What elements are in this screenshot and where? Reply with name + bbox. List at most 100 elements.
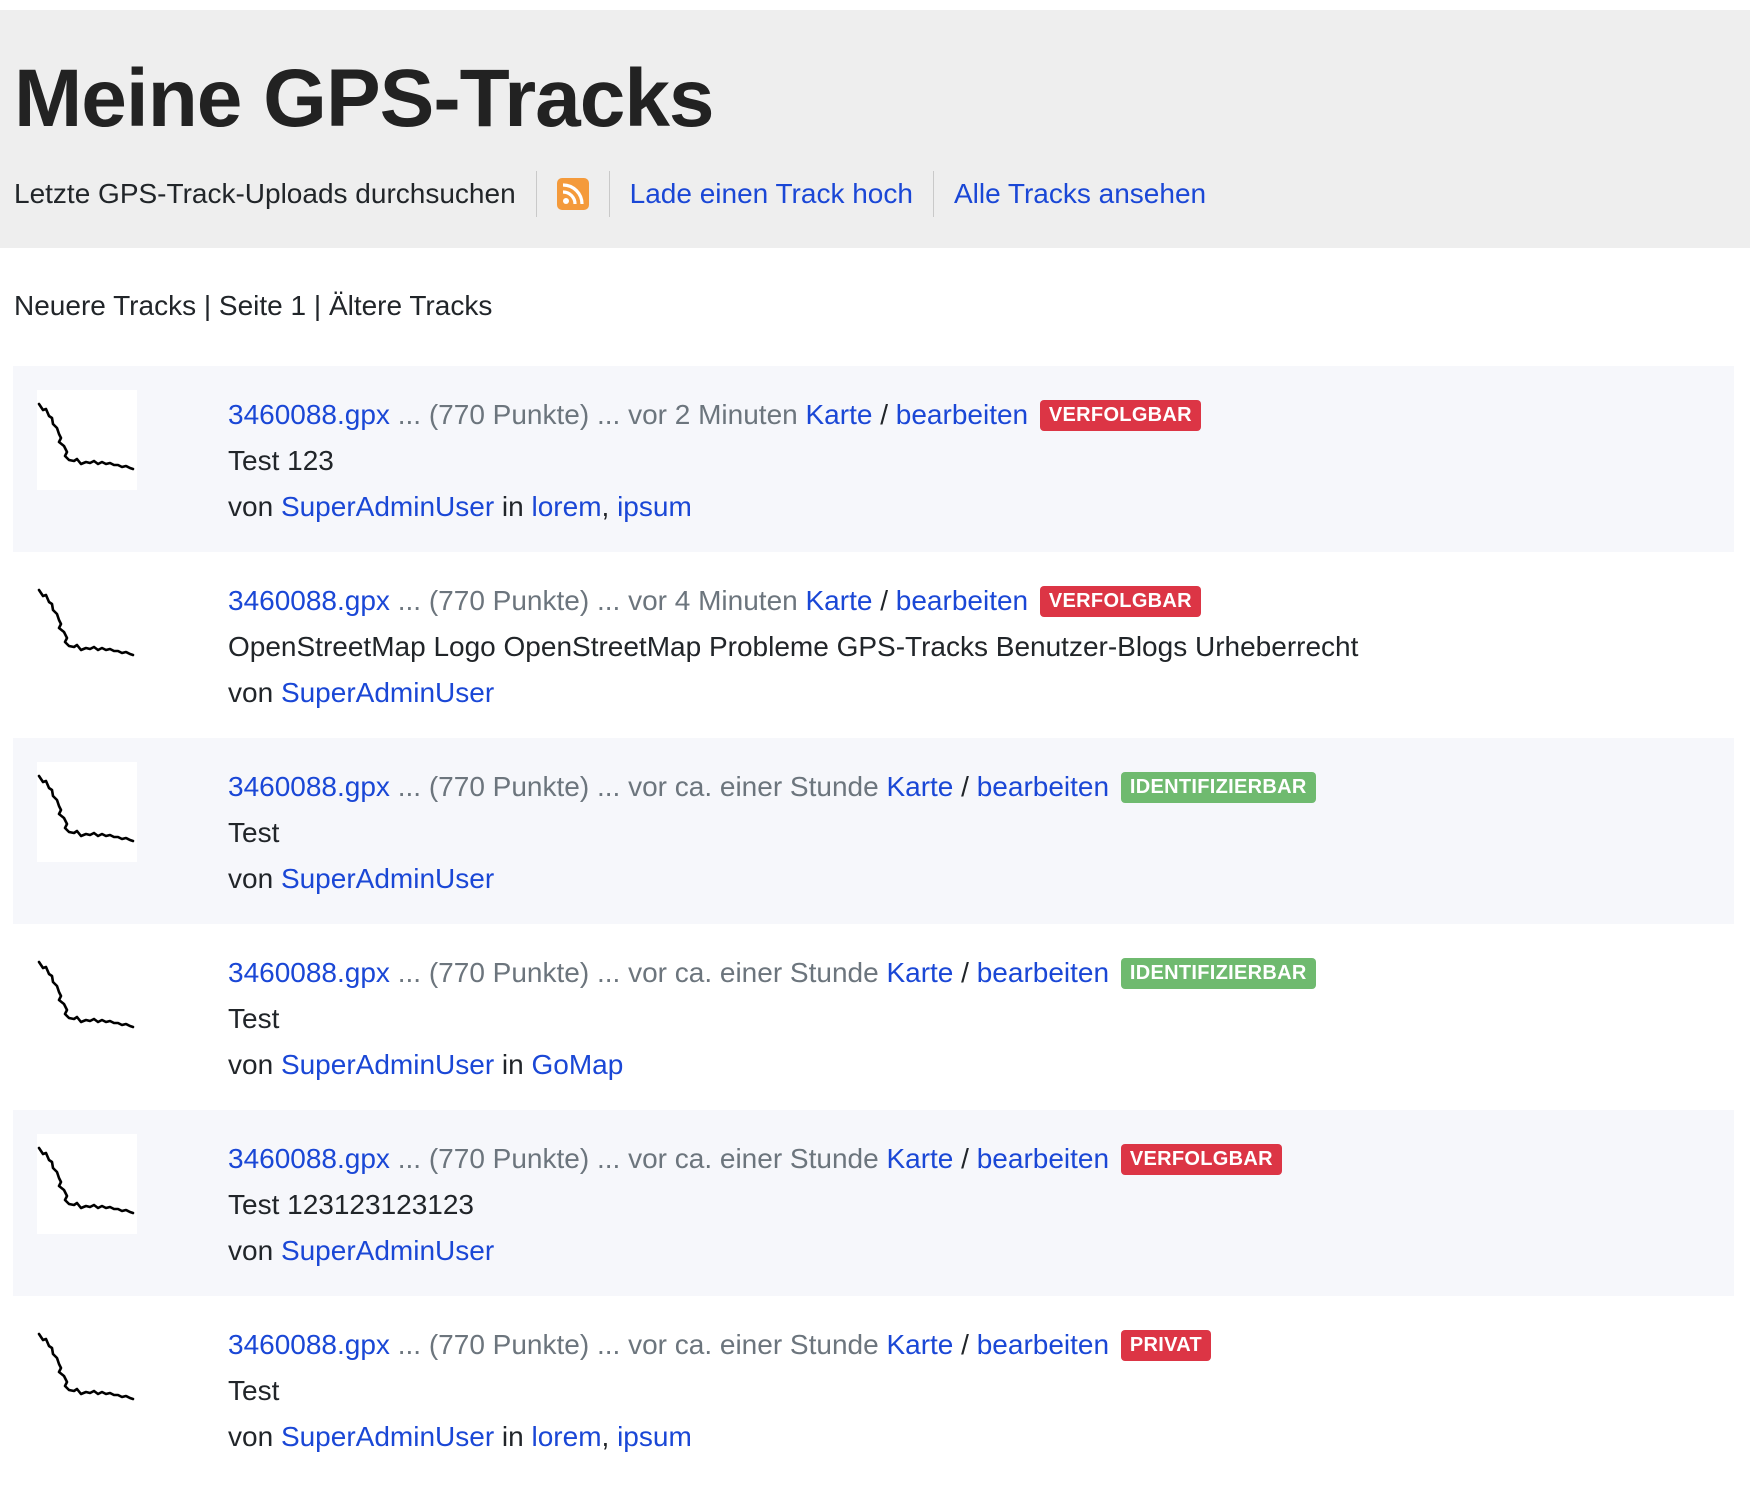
track-tag-link[interactable]: GoMap — [532, 1049, 624, 1080]
track-filename-link[interactable]: 3460088.gpx — [228, 585, 390, 616]
track-title-line: 3460088.gpx ... (770 Punkte) ... vor ca.… — [228, 1136, 1282, 1182]
track-filename-link[interactable]: 3460088.gpx — [228, 957, 390, 988]
track-filename-link[interactable]: 3460088.gpx — [228, 1143, 390, 1174]
track-meta-separator: ... — [389, 1143, 429, 1174]
track-edit-link[interactable]: bearbeiten — [977, 1143, 1109, 1174]
link-slash: / — [953, 1329, 977, 1360]
tag-separator: , — [601, 491, 618, 522]
track-meta-separator: ... — [389, 399, 429, 430]
track-user-link[interactable]: SuperAdminUser — [281, 491, 494, 522]
current-page-label: Seite 1 — [218, 290, 307, 321]
track-thumbnail[interactable] — [37, 948, 137, 1048]
track-description: Test 123 — [228, 445, 334, 476]
track-time: vor ca. einer Stunde — [628, 957, 879, 988]
upload-track-link[interactable]: Lade einen Track hoch — [630, 178, 913, 210]
by-label: von — [228, 677, 281, 708]
link-slash: / — [872, 399, 896, 430]
track-user-link[interactable]: SuperAdminUser — [281, 1235, 494, 1266]
in-label: in — [494, 1421, 532, 1452]
visibility-badge: VERFOLGBAR — [1039, 400, 1201, 431]
track-info: 3460088.gpx ... (770 Punkte) ... vor 2 M… — [228, 392, 1201, 530]
track-points: (770 Punkte) — [428, 771, 590, 802]
track-info: 3460088.gpx ... (770 Punkte) ... vor ca.… — [228, 1322, 1212, 1460]
track-edit-link[interactable]: bearbeiten — [896, 399, 1028, 430]
link-slash: / — [953, 771, 977, 802]
top-strip — [0, 0, 1750, 10]
link-slash: / — [953, 1143, 977, 1174]
all-tracks-link[interactable]: Alle Tracks ansehen — [954, 178, 1206, 210]
nav-divider — [608, 171, 610, 217]
track-tag-link[interactable]: ipsum — [617, 491, 692, 522]
rss-icon[interactable] — [556, 178, 589, 210]
track-edit-link[interactable]: bearbeiten — [977, 771, 1109, 802]
track-tag-link[interactable]: lorem — [532, 1421, 602, 1452]
track-time: vor 2 Minuten — [628, 399, 798, 430]
track-thumbnail[interactable] — [37, 762, 137, 862]
link-slash: / — [872, 585, 896, 616]
by-label: von — [228, 863, 281, 894]
track-edit-link[interactable]: bearbeiten — [977, 1329, 1109, 1360]
track-description: OpenStreetMap Logo OpenStreetMap Problem… — [228, 631, 1359, 662]
visibility-badge: PRIVAT — [1120, 1330, 1212, 1361]
track-time: vor ca. einer Stunde — [628, 1143, 879, 1174]
track-title-line: 3460088.gpx ... (770 Punkte) ... vor ca.… — [228, 950, 1316, 996]
nav-divider — [932, 171, 934, 217]
track-info: 3460088.gpx ... (770 Punkte) ... vor ca.… — [228, 950, 1316, 1088]
pager-separator: | — [306, 290, 329, 321]
track-map-link[interactable]: Karte — [886, 1143, 953, 1174]
visibility-badge: VERFOLGBAR — [1039, 586, 1201, 617]
link-slash: / — [953, 957, 977, 988]
track-thumbnail[interactable] — [37, 390, 137, 490]
track-byline: von SuperAdminUser in GoMap — [228, 1042, 1316, 1088]
track-row: 3460088.gpx ... (770 Punkte) ... vor ca.… — [13, 924, 1734, 1110]
track-meta-separator: ... — [389, 957, 429, 988]
track-row: 3460088.gpx ... (770 Punkte) ... vor ca.… — [13, 1296, 1734, 1482]
track-user-link[interactable]: SuperAdminUser — [281, 863, 494, 894]
track-meta-separator: ... — [589, 585, 629, 616]
track-points: (770 Punkte) — [428, 957, 590, 988]
track-points: (770 Punkte) — [428, 399, 590, 430]
track-meta-separator: ... — [589, 957, 629, 988]
track-filename-link[interactable]: 3460088.gpx — [228, 771, 390, 802]
track-title-line: 3460088.gpx ... (770 Punkte) ... vor 4 M… — [228, 578, 1358, 624]
track-row: 3460088.gpx ... (770 Punkte) ... vor 4 M… — [13, 552, 1734, 738]
track-meta-separator: ... — [389, 585, 429, 616]
track-thumbnail[interactable] — [37, 576, 137, 676]
visibility-badge: IDENTIFIZIERBAR — [1120, 958, 1316, 989]
track-description: Test — [228, 1375, 280, 1406]
track-user-link[interactable]: SuperAdminUser — [281, 1049, 494, 1080]
track-thumbnail[interactable] — [37, 1134, 137, 1234]
track-time: vor ca. einer Stunde — [628, 771, 879, 802]
visibility-badge: VERFOLGBAR — [1120, 1144, 1282, 1175]
track-byline: von SuperAdminUser — [228, 856, 1316, 902]
track-tag-link[interactable]: lorem — [532, 491, 602, 522]
track-tag-link[interactable]: ipsum — [617, 1421, 692, 1452]
track-map-link[interactable]: Karte — [886, 1329, 953, 1360]
track-user-link[interactable]: SuperAdminUser — [281, 677, 494, 708]
track-byline: von SuperAdminUser in lorem, ipsum — [228, 484, 1201, 530]
track-meta-separator: ... — [589, 771, 629, 802]
newer-tracks-label: Neuere Tracks — [14, 290, 197, 321]
older-tracks-label: Ältere Tracks — [328, 290, 493, 321]
page-title: Meine GPS-Tracks — [14, 53, 715, 144]
track-byline: von SuperAdminUser — [228, 1228, 1282, 1274]
in-label: in — [494, 1049, 532, 1080]
header-nav: Letzte GPS-Track-Uploads durchsuchen Lad… — [14, 170, 1206, 218]
track-map-link[interactable]: Karte — [806, 399, 873, 430]
track-filename-link[interactable]: 3460088.gpx — [228, 399, 390, 430]
by-label: von — [228, 491, 281, 522]
by-label: von — [228, 1421, 281, 1452]
track-thumbnail[interactable] — [37, 1320, 137, 1420]
track-map-link[interactable]: Karte — [886, 957, 953, 988]
track-meta-separator: ... — [589, 399, 629, 430]
track-filename-link[interactable]: 3460088.gpx — [228, 1329, 390, 1360]
track-edit-link[interactable]: bearbeiten — [896, 585, 1028, 616]
track-user-link[interactable]: SuperAdminUser — [281, 1421, 494, 1452]
track-points: (770 Punkte) — [428, 1329, 590, 1360]
track-edit-link[interactable]: bearbeiten — [977, 957, 1109, 988]
track-map-link[interactable]: Karte — [806, 585, 873, 616]
track-map-link[interactable]: Karte — [886, 771, 953, 802]
track-info: 3460088.gpx ... (770 Punkte) ... vor 4 M… — [228, 578, 1358, 716]
track-row: 3460088.gpx ... (770 Punkte) ... vor ca.… — [13, 738, 1734, 924]
track-byline: von SuperAdminUser in lorem, ipsum — [228, 1414, 1211, 1460]
